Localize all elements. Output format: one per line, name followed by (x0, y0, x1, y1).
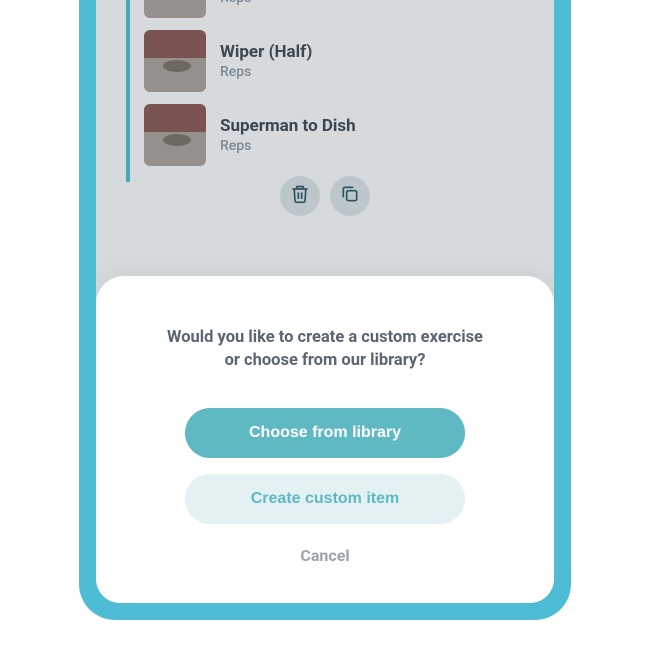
phone-frame: Squat (Touch Down w/ Reach) Reps Wiper (… (79, 0, 571, 620)
phone-screen: Squat (Touch Down w/ Reach) Reps Wiper (… (96, 0, 554, 603)
sheet-title: Would you like to create a custom exerci… (124, 326, 526, 372)
bottom-sheet: Would you like to create a custom exerci… (96, 276, 554, 603)
choose-from-library-button[interactable]: Choose from library (185, 408, 465, 458)
create-custom-item-button[interactable]: Create custom item (185, 474, 465, 524)
sheet-title-line1: Would you like to create a custom exerci… (167, 328, 483, 347)
sheet-title-line2: or choose from our library? (225, 351, 426, 370)
cancel-button[interactable]: Cancel (124, 546, 526, 565)
